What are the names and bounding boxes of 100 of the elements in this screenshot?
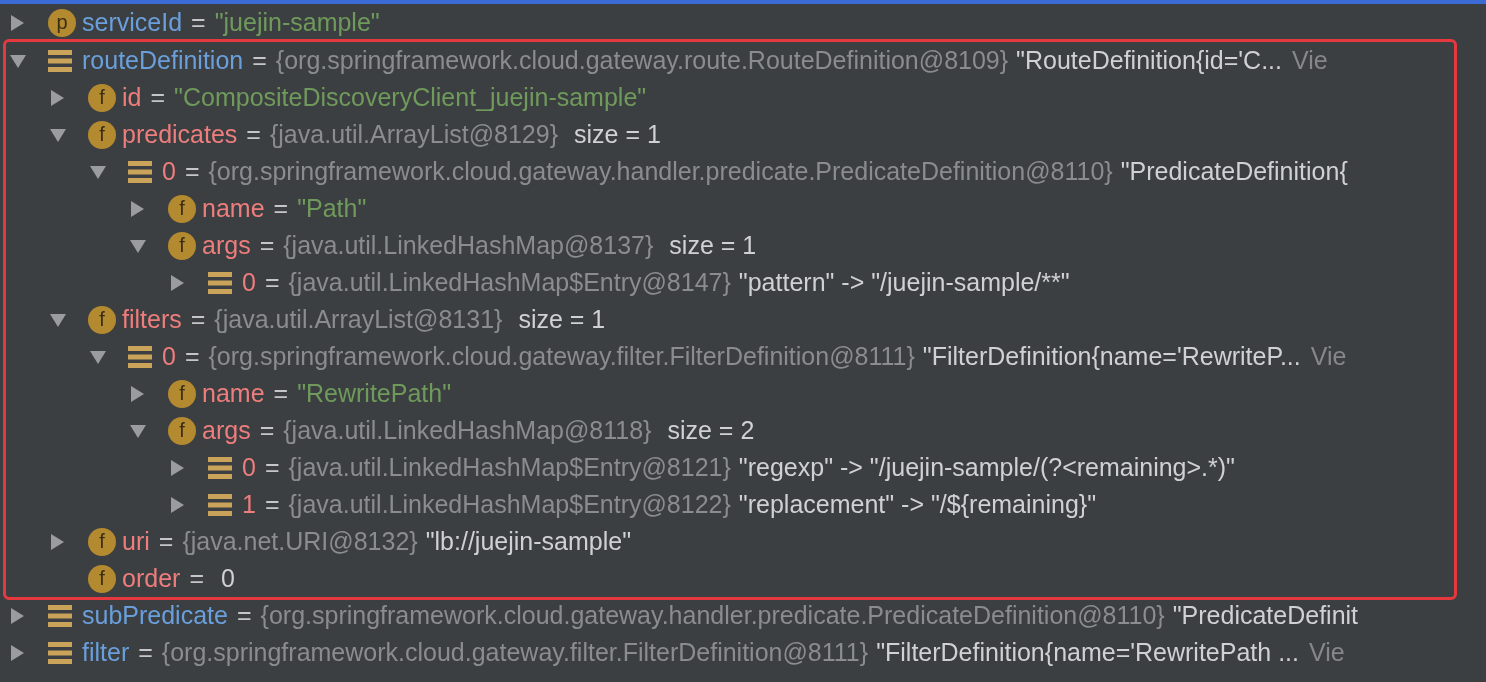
display-value: "RouteDefinition{id='C... [1016, 46, 1282, 75]
collection-size: size = 2 [667, 416, 755, 445]
equals-sign: = [264, 268, 280, 297]
object-reference: {java.net.URI@8132} [182, 527, 418, 556]
variable-name: name [202, 379, 265, 408]
display-value: "regexp" -> "/juejin-sample/(?<remaining>.*)" [738, 453, 1235, 482]
display-value: "pattern" -> "/juejin-sample/**" [738, 268, 1070, 297]
field-badge-icon: f [168, 416, 196, 445]
view-link[interactable]: Vie [1309, 638, 1345, 667]
display-value: "FilterDefinition{name='RewritePath ... [876, 638, 1299, 667]
equals-sign: = [259, 231, 275, 260]
equals-sign: = [264, 490, 280, 519]
equals-sign: = [191, 8, 206, 37]
variable-name: subPredicate [82, 601, 228, 630]
object-reference: {java.util.LinkedHashMap$Entry@8121} [288, 453, 731, 482]
equals-sign: = [273, 379, 289, 408]
variable-name: 0 [162, 342, 176, 371]
stack-icon [48, 640, 72, 665]
variable-name: 0 [242, 268, 256, 297]
variable-name: order [122, 564, 181, 593]
view-link[interactable]: Vie [1292, 46, 1328, 75]
variable-name: filter [82, 638, 130, 667]
object-reference: {java.util.LinkedHashMap@8137} [283, 231, 654, 260]
object-reference: {org.springframework.cloud.gateway.handler.predicate.PredicateDefinition@8110} [260, 601, 1165, 630]
object-reference: {org.springframework.cloud.gateway.route.RouteDefinition@8109} [275, 46, 1009, 75]
stack-icon [208, 455, 232, 480]
field-badge-icon: f [88, 564, 116, 593]
variable-name: args [202, 231, 251, 260]
stack-icon [208, 270, 232, 295]
object-reference: {java.util.ArrayList@8131} [214, 305, 503, 334]
caret-right-icon[interactable] [10, 607, 24, 624]
stack-icon [208, 492, 232, 517]
display-value: 0 [221, 564, 235, 593]
variable-name: routeDefinition [82, 46, 244, 75]
caret-right-icon[interactable] [130, 200, 144, 217]
equals-sign: = [252, 46, 267, 75]
field-badge-icon: f [88, 305, 116, 334]
display-value: "PredicateDefinition{ [1120, 157, 1348, 186]
object-reference: {java.util.LinkedHashMap@8118} [283, 416, 652, 445]
equals-sign: = [273, 194, 289, 223]
stack-icon [48, 48, 72, 73]
equals-sign: = [190, 305, 206, 334]
variable-name: 0 [162, 157, 176, 186]
variable-name: serviceId [82, 8, 183, 37]
equals-sign: = [236, 601, 252, 630]
equals-sign: = [138, 638, 153, 667]
caret-down-icon[interactable] [90, 164, 106, 179]
variable-name: name [202, 194, 265, 223]
stack-icon [48, 603, 72, 628]
caret-right-icon[interactable] [10, 14, 24, 31]
field-badge-icon: f [168, 379, 196, 408]
caret-right-icon[interactable] [10, 644, 24, 661]
field-badge-icon: f [88, 120, 116, 149]
stack-icon [128, 159, 152, 184]
string-value: "RewritePath" [297, 379, 452, 408]
variable-name: uri [122, 527, 150, 556]
caret-down-icon[interactable] [130, 238, 146, 253]
display-value: "lb://juejin-sample" [425, 527, 631, 556]
display-value: "PredicateDefinit [1172, 601, 1359, 630]
variable-name: 1 [242, 490, 256, 519]
collection-size: size = 1 [669, 231, 757, 260]
caret-down-icon[interactable] [50, 312, 66, 327]
object-reference: {java.util.LinkedHashMap$Entry@8122} [288, 490, 731, 519]
collection-size: size = 1 [574, 120, 661, 149]
display-value: "replacement" -> "/${remaining}" [738, 490, 1097, 519]
caret-right-icon[interactable] [170, 459, 184, 476]
variable-name: id [122, 83, 142, 112]
caret-right-icon[interactable] [130, 385, 144, 402]
string-value: "juejin-sample" [214, 8, 380, 37]
variable-name: filters [122, 305, 182, 334]
object-reference: {java.util.ArrayList@8129} [269, 120, 558, 149]
equals-sign: = [184, 157, 200, 186]
view-link[interactable]: Vie [1310, 342, 1347, 371]
object-reference: {java.util.LinkedHashMap$Entry@8147} [288, 268, 731, 297]
field-badge-icon: f [168, 194, 196, 223]
string-value: "Path" [297, 194, 367, 223]
variable-name: args [202, 416, 251, 445]
field-badge-icon: f [88, 83, 116, 112]
caret-right-icon[interactable] [170, 496, 184, 513]
object-reference: {org.springframework.cloud.gateway.handler.predicate.PredicateDefinition@8110} [208, 157, 1113, 186]
collection-size: size = 1 [518, 305, 606, 334]
caret-down-icon[interactable] [10, 53, 26, 68]
display-value: "FilterDefinition{name='RewriteP... [922, 342, 1301, 371]
variable-name: predicates [122, 120, 238, 149]
caret-right-icon[interactable] [50, 533, 64, 550]
equals-sign: = [259, 416, 275, 445]
equals-sign: = [150, 83, 166, 112]
equals-sign: = [189, 564, 204, 593]
field-badge-icon: f [88, 527, 116, 556]
variable-name: 0 [242, 453, 256, 482]
equals-sign: = [184, 342, 200, 371]
equals-sign: = [158, 527, 174, 556]
caret-right-icon[interactable] [50, 89, 64, 106]
caret-down-icon[interactable] [130, 423, 146, 438]
field-badge-icon: f [168, 231, 196, 260]
caret-right-icon[interactable] [170, 274, 184, 291]
caret-down-icon[interactable] [90, 349, 106, 364]
object-reference: {org.springframework.cloud.gateway.filter.FilterDefinition@8111} [161, 638, 869, 667]
field-badge-icon: p [48, 8, 76, 37]
caret-down-icon[interactable] [50, 127, 66, 142]
